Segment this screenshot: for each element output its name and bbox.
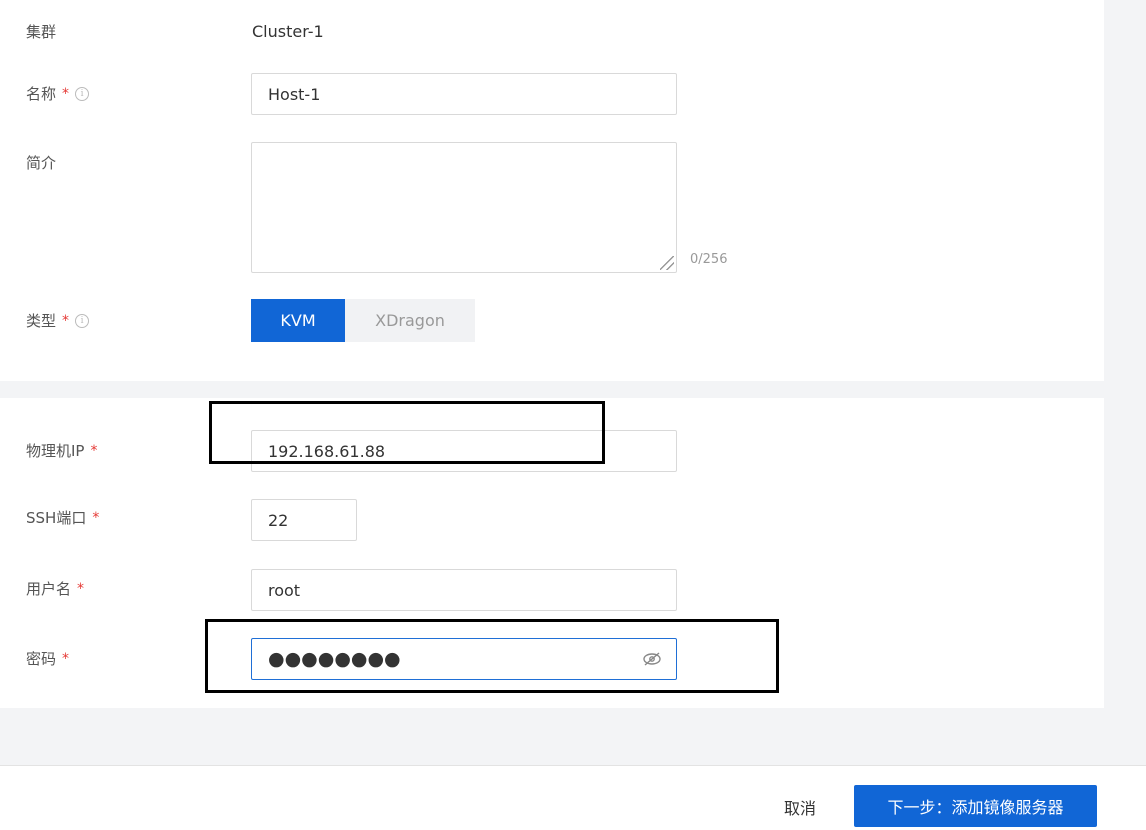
description-textarea[interactable]: [251, 142, 677, 273]
footer-bar: 取消 下一步：添加镜像服务器: [0, 765, 1146, 830]
required-mark: *: [62, 651, 70, 667]
type-label: 类型 * i: [26, 311, 90, 331]
resize-handle-icon[interactable]: [660, 256, 674, 270]
cluster-value: Cluster-1: [252, 22, 324, 41]
connection-info-card: 物理机IP * 192.168.61.88 SSH端口 * 22 用户名 * r…: [0, 398, 1104, 708]
ssh-port-label: SSH端口 *: [26, 509, 100, 527]
name-input[interactable]: Host-1: [251, 73, 677, 115]
required-mark: *: [62, 313, 70, 329]
name-input-value: Host-1: [268, 84, 321, 104]
required-mark: *: [90, 443, 98, 459]
password-masked-value: ●●●●●●●●: [268, 648, 401, 670]
username-label: 用户名 *: [26, 580, 85, 598]
physical-ip-label: 物理机IP *: [26, 442, 98, 460]
password-input[interactable]: ●●●●●●●●: [251, 638, 677, 680]
username-input[interactable]: root: [251, 569, 677, 611]
password-label: 密码 *: [26, 650, 70, 668]
info-icon[interactable]: i: [75, 314, 90, 328]
physical-ip-input[interactable]: 192.168.61.88: [251, 430, 677, 472]
description-char-counter: 0/256: [690, 252, 728, 267]
eye-slash-icon[interactable]: [642, 651, 662, 667]
required-mark: *: [62, 86, 70, 102]
info-icon[interactable]: i: [75, 87, 90, 101]
ssh-port-input[interactable]: 22: [251, 499, 357, 541]
type-option-xdragon[interactable]: XDragon: [345, 299, 475, 342]
basic-info-card: 集群 Cluster-1 名称 * i Host-1 简介 0/256 类型 *…: [0, 0, 1104, 381]
type-option-kvm[interactable]: KVM: [251, 299, 345, 342]
name-label: 名称 * i: [26, 84, 90, 104]
description-label: 简介: [26, 154, 57, 172]
add-host-page: 集群 Cluster-1 名称 * i Host-1 简介 0/256 类型 *…: [0, 0, 1146, 830]
cluster-label: 集群: [26, 23, 57, 41]
username-value: root: [268, 580, 301, 600]
ssh-port-value: 22: [268, 510, 289, 530]
required-mark: *: [92, 510, 100, 526]
required-mark: *: [77, 581, 85, 597]
next-step-button[interactable]: 下一步：添加镜像服务器: [854, 785, 1097, 827]
physical-ip-value: 192.168.61.88: [268, 441, 386, 461]
cancel-button[interactable]: 取消: [784, 795, 816, 819]
